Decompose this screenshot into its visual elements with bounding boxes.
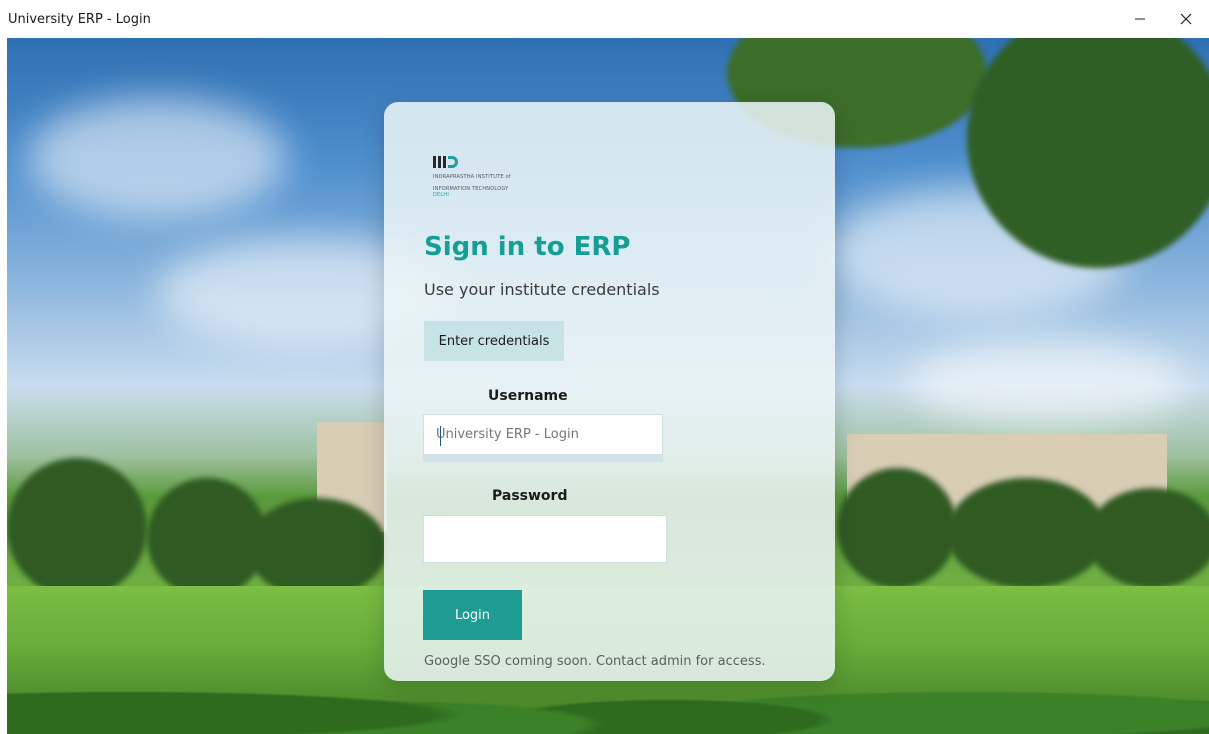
tree (837, 468, 957, 588)
window-controls (1117, 0, 1209, 38)
password-label: Password (492, 488, 568, 504)
login-card: INDRAPRASTHA INSTITUTE of INFORMATION TE… (384, 102, 835, 681)
sso-note: Google SSO coming soon. Contact admin fo… (424, 654, 766, 669)
username-input[interactable] (423, 414, 663, 462)
minimize-icon[interactable] (1117, 0, 1163, 38)
page-subtitle: Use your institute credentials (424, 280, 660, 299)
cloud (907, 338, 1187, 428)
close-icon[interactable] (1163, 0, 1209, 38)
tree (7, 458, 147, 598)
institute-logo: INDRAPRASTHA INSTITUTE of INFORMATION TE… (433, 154, 543, 198)
page-title: Sign in to ERP (424, 232, 631, 262)
username-label: Username (488, 388, 568, 404)
window-title: University ERP - Login (8, 11, 151, 27)
text-caret (440, 426, 441, 446)
cloud (27, 98, 287, 218)
logo-text-line1: INDRAPRASTHA INSTITUTE of (433, 174, 511, 180)
logo-mark-icon (433, 154, 543, 168)
tab-enter-credentials[interactable]: Enter credentials (424, 321, 564, 361)
tree (1087, 488, 1209, 588)
password-input[interactable] (423, 515, 667, 563)
logo-text-city: DELHI (433, 192, 450, 198)
window-titlebar: University ERP - Login (0, 0, 1209, 38)
tree (947, 478, 1107, 588)
login-button[interactable]: Login (423, 590, 522, 640)
tree (247, 498, 387, 598)
